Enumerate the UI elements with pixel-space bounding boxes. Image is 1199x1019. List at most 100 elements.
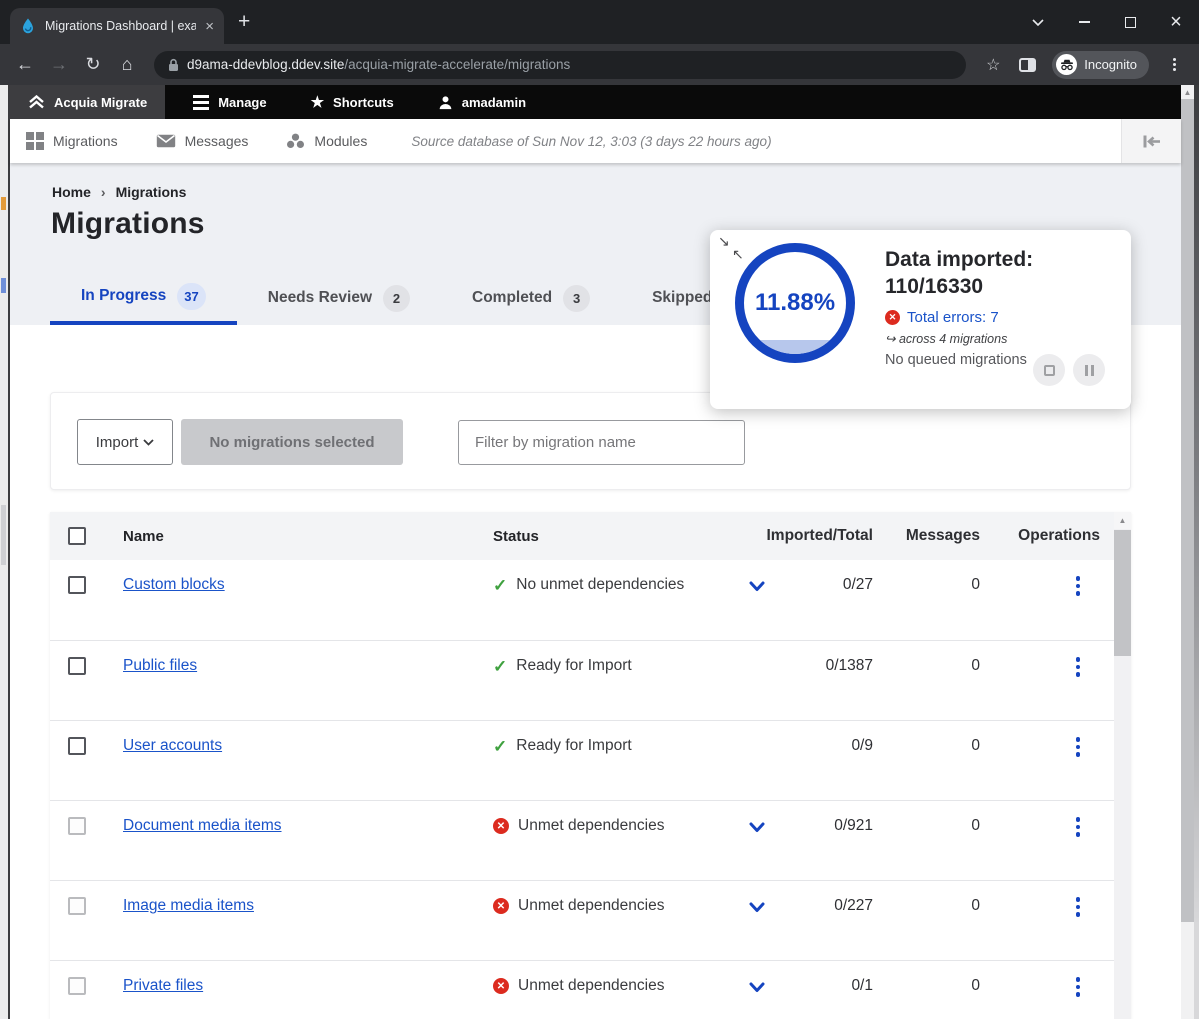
tab-needs-review[interactable]: Needs Review 2 [237, 271, 441, 325]
pause-button[interactable] [1073, 354, 1105, 386]
migrations-table: Name Status Imported/Total Messages Oper… [50, 512, 1131, 1019]
toolbar-collapse-zone[interactable] [1121, 119, 1181, 163]
migration-name-link[interactable]: Document media items [123, 817, 282, 835]
toolbar-item-manage[interactable]: Manage [177, 85, 282, 119]
browser-scrollbar-thumb[interactable] [1181, 99, 1194, 922]
toolbar-item-modules[interactable]: Modules [272, 133, 381, 149]
status-text: Ready for Import [516, 737, 631, 755]
drupal-favicon-icon [20, 18, 36, 34]
operations-kebab-icon[interactable] [1076, 977, 1081, 997]
reload-icon[interactable]: ↻ [78, 50, 108, 80]
scroll-up-icon[interactable]: ▲ [1181, 85, 1194, 99]
status-text: Unmet dependencies [518, 977, 665, 995]
admin-toolbar: Acquia Migrate Manage ★ Shortcuts amadam… [10, 85, 1181, 119]
back-icon[interactable]: ← [10, 50, 40, 80]
side-panel-icon[interactable] [1012, 50, 1042, 80]
browser-menu-icon[interactable] [1159, 50, 1189, 80]
operations-kebab-icon[interactable] [1076, 897, 1081, 917]
toolbar-item-acquia-migrate[interactable]: Acquia Migrate [10, 85, 165, 119]
status-check-icon: ✓ [493, 658, 507, 675]
header-messages[interactable]: Messages [873, 527, 980, 545]
tab-label: In Progress [81, 287, 166, 305]
breadcrumb: Home › Migrations [52, 184, 186, 200]
address-bar[interactable]: d9ama-ddevblog.ddev.site/acquia-migrate-… [154, 51, 966, 79]
header-status[interactable]: Status [475, 528, 725, 545]
new-tab-button[interactable]: + [238, 10, 250, 34]
minimize-button[interactable] [1061, 0, 1107, 44]
header-imported-total[interactable]: Imported/Total [725, 527, 873, 545]
row-checkbox[interactable] [68, 657, 86, 675]
toolbar-item-user[interactable]: amadamin [422, 85, 542, 119]
row-checkbox[interactable] [68, 737, 86, 755]
migration-name-link[interactable]: Private files [123, 977, 203, 995]
tab-completed[interactable]: Completed 3 [441, 271, 621, 325]
table-row: Document media items ✕ Unmet dependencie… [50, 800, 1131, 880]
messages-cell: 0 [873, 657, 980, 675]
filter-input[interactable] [458, 420, 745, 465]
resize-corner-icons[interactable]: ↘↖ [718, 234, 730, 248]
tab-label: Completed [472, 289, 552, 307]
import-dropdown-button[interactable]: Import [77, 419, 173, 465]
background-window-edge-right [1194, 85, 1199, 1019]
row-checkbox[interactable] [68, 576, 86, 594]
table-row: User accounts ✓ Ready for Import 0/9 0 [50, 720, 1131, 800]
breadcrumb-home-link[interactable]: Home [52, 184, 91, 200]
migration-name-link[interactable]: User accounts [123, 737, 222, 755]
toolbar-item-label: Migrations [53, 133, 118, 149]
operations-kebab-icon[interactable] [1076, 737, 1081, 757]
status-chevron-icon[interactable] [749, 982, 765, 993]
migration-name-link[interactable]: Public files [123, 657, 197, 675]
imported-total-cell: 0/1387 [725, 657, 873, 675]
bookmark-star-icon[interactable]: ☆ [978, 50, 1008, 80]
scroll-up-icon[interactable]: ▲ [1114, 512, 1131, 529]
messages-cell: 0 [873, 977, 980, 995]
screen: Migrations Dashboard | example × + × ← →… [0, 0, 1199, 1019]
status-error-icon: ✕ [493, 898, 509, 914]
row-checkbox[interactable] [68, 897, 86, 915]
close-button[interactable]: × [1153, 0, 1199, 44]
status-chevron-icon[interactable] [749, 581, 765, 592]
messages-cell: 0 [873, 576, 980, 594]
window-menu-chevron-icon[interactable] [1015, 0, 1061, 44]
operations-kebab-icon[interactable] [1076, 657, 1081, 677]
operations-kebab-icon[interactable] [1076, 576, 1081, 596]
envelope-icon [156, 134, 176, 148]
maximize-button[interactable] [1107, 0, 1153, 44]
messages-cell: 0 [873, 737, 980, 755]
status-chevron-icon[interactable] [749, 822, 765, 833]
table-scrollbar[interactable]: ▲ [1114, 512, 1131, 1019]
home-icon[interactable]: ⌂ [112, 50, 142, 80]
arrow-se-icon: ↘ [718, 233, 730, 249]
stop-button[interactable] [1033, 354, 1065, 386]
browser-tab[interactable]: Migrations Dashboard | example × [10, 8, 224, 44]
tab-close-icon[interactable]: × [205, 19, 214, 34]
status-chevron-icon[interactable] [749, 902, 765, 913]
migration-name-link[interactable]: Custom blocks [123, 576, 225, 594]
toolbar-item-messages[interactable]: Messages [142, 133, 263, 149]
row-checkbox[interactable] [68, 977, 86, 995]
migration-name-link[interactable]: Image media items [123, 897, 254, 915]
data-imported-fraction: 110/16330 [885, 273, 1120, 300]
toolbar-item-migrations[interactable]: Migrations [10, 132, 132, 150]
status-error-icon: ✕ [493, 978, 509, 994]
star-icon: ★ [311, 93, 324, 111]
browser-scrollbar[interactable]: ▲ [1181, 85, 1194, 1019]
select-all-checkbox[interactable] [68, 527, 86, 545]
incognito-icon [1056, 54, 1077, 75]
toolbar-item-shortcuts[interactable]: ★ Shortcuts [295, 85, 410, 119]
tab-label: Needs Review [268, 289, 372, 307]
table-scrollbar-thumb[interactable] [1114, 530, 1131, 656]
operations-kebab-icon[interactable] [1076, 817, 1081, 837]
background-window-edge-left [0, 85, 10, 1019]
toolbar-item-label: Modules [314, 133, 367, 149]
tab-in-progress[interactable]: In Progress 37 [50, 271, 237, 325]
toolbar-item-label: Manage [218, 95, 266, 110]
header-name[interactable]: Name [105, 528, 475, 545]
header-operations[interactable]: Operations [980, 527, 1114, 545]
total-errors-link[interactable]: Total errors: 7 [907, 309, 999, 326]
forward-icon[interactable]: → [44, 50, 74, 80]
row-checkbox[interactable] [68, 817, 86, 835]
status-text: Unmet dependencies [518, 817, 665, 835]
import-progress-card: ↘↖ 11.88% Data imported: 110/16330 ✕ Tot… [710, 230, 1131, 409]
status-text: Unmet dependencies [518, 897, 665, 915]
